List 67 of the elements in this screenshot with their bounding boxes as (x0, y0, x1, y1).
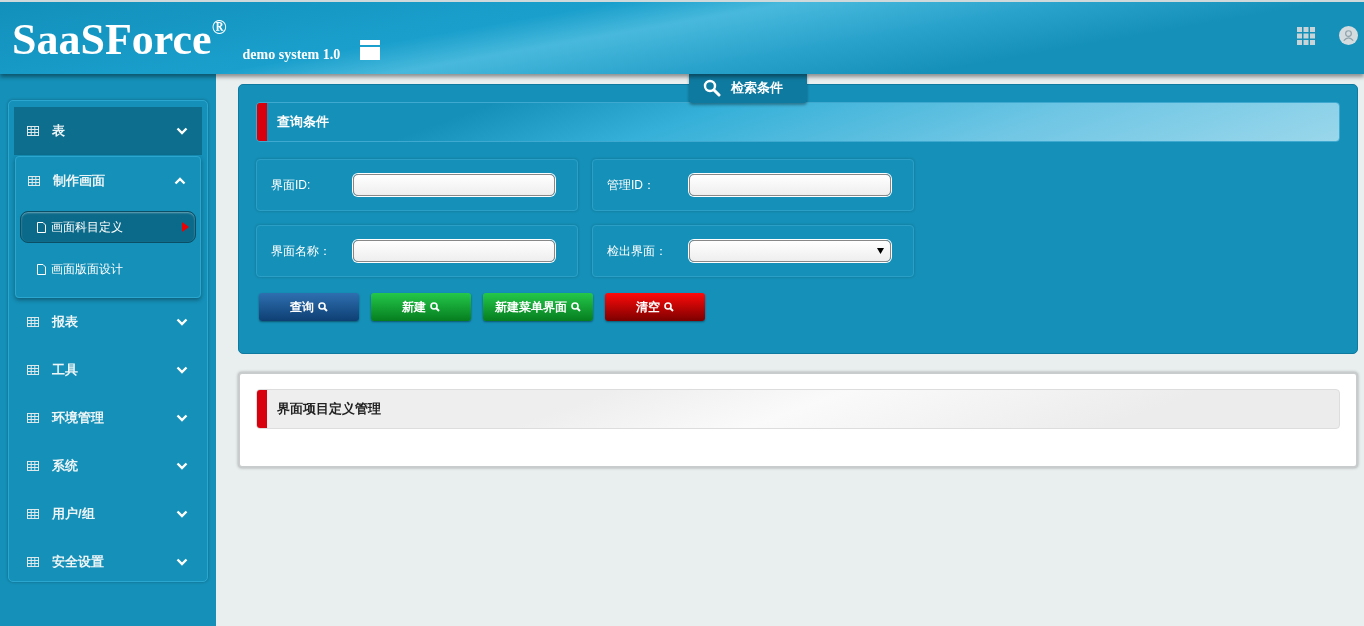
table-icon (27, 557, 39, 567)
accent-bar (257, 390, 267, 428)
submenu-label: 画面科目定义 (51, 218, 123, 236)
menu-item[interactable]: 用户/组 (14, 490, 202, 538)
submenu-item[interactable]: 画面版面设计 (20, 253, 196, 285)
logo: SaaSForce$^{®}$ (12, 17, 227, 66)
window-icon[interactable] (360, 40, 381, 60)
field-label: 界面ID: (271, 176, 312, 194)
dropdown-field[interactable] (689, 240, 891, 262)
field-label: 检出界面： (607, 242, 668, 260)
table-icon (28, 176, 40, 186)
menu-item[interactable]: 系统 (14, 442, 202, 490)
user-avatar-icon[interactable] (1339, 26, 1358, 45)
menu-label: 安全设置 (52, 553, 104, 571)
menu-item[interactable]: 工具 (14, 346, 202, 394)
action-button[interactable]: 新建 (371, 293, 471, 321)
table-icon (27, 126, 39, 136)
action-button[interactable]: 查询 (259, 293, 359, 321)
table-icon (27, 461, 39, 471)
input-field[interactable] (353, 240, 555, 262)
table-icon (27, 317, 39, 327)
chevron-down-icon (176, 462, 188, 470)
chevron-down-icon (176, 127, 188, 135)
triangle-pointer-icon (182, 222, 189, 232)
chevron-down-icon (176, 510, 188, 518)
chevron-up-icon (174, 177, 186, 185)
accent-bar (257, 103, 267, 141)
menu-item[interactable]: 环境管理 (14, 394, 202, 442)
system-version: demo system 1.0 (242, 47, 341, 63)
menu-label: 环境管理 (52, 409, 104, 427)
section-title: 查询条件 (277, 113, 329, 131)
menu-item[interactable]: 表 (14, 107, 202, 155)
chevron-down-icon (176, 366, 188, 374)
file-icon (37, 221, 46, 233)
input-field[interactable] (689, 174, 891, 196)
search-icon (430, 302, 440, 312)
field-label: 管理ID： (607, 176, 656, 194)
search-tab[interactable]: 检索条件 (689, 73, 807, 103)
menu-item[interactable]: 制作画面 (16, 157, 200, 205)
table-icon (27, 365, 39, 375)
input-field[interactable] (353, 174, 555, 196)
grid-icon[interactable] (1297, 26, 1315, 45)
action-button[interactable]: 新建菜单界面 (483, 293, 593, 321)
search-icon (571, 302, 581, 312)
chevron-down-icon (176, 318, 188, 326)
submenu-item[interactable]: 画面科目定义 (20, 211, 196, 243)
file-icon (37, 263, 46, 275)
dropdown-arrow-icon (877, 248, 884, 254)
menu-item[interactable]: 报表 (14, 298, 202, 346)
menu-label: 表 (52, 122, 65, 140)
field-label: 界面名称： (271, 242, 332, 260)
menu-label: 工具 (52, 361, 78, 379)
menu-label: 用户/组 (52, 505, 95, 523)
chevron-down-icon (176, 414, 188, 422)
table-icon (27, 413, 39, 423)
search-icon (318, 302, 328, 312)
search-icon (664, 302, 674, 312)
menu-item[interactable]: 安全设置 (14, 538, 202, 586)
table-icon (27, 509, 39, 519)
menu-label: 制作画面 (53, 172, 105, 190)
action-button[interactable]: 清空 (605, 293, 705, 321)
chevron-down-icon (176, 558, 188, 566)
search-icon (703, 79, 721, 97)
submenu-label: 画面版面设计 (51, 260, 123, 278)
menu-label: 系统 (52, 457, 78, 475)
section-title: 界面项目定义管理 (277, 400, 381, 418)
menu-label: 报表 (52, 313, 78, 331)
